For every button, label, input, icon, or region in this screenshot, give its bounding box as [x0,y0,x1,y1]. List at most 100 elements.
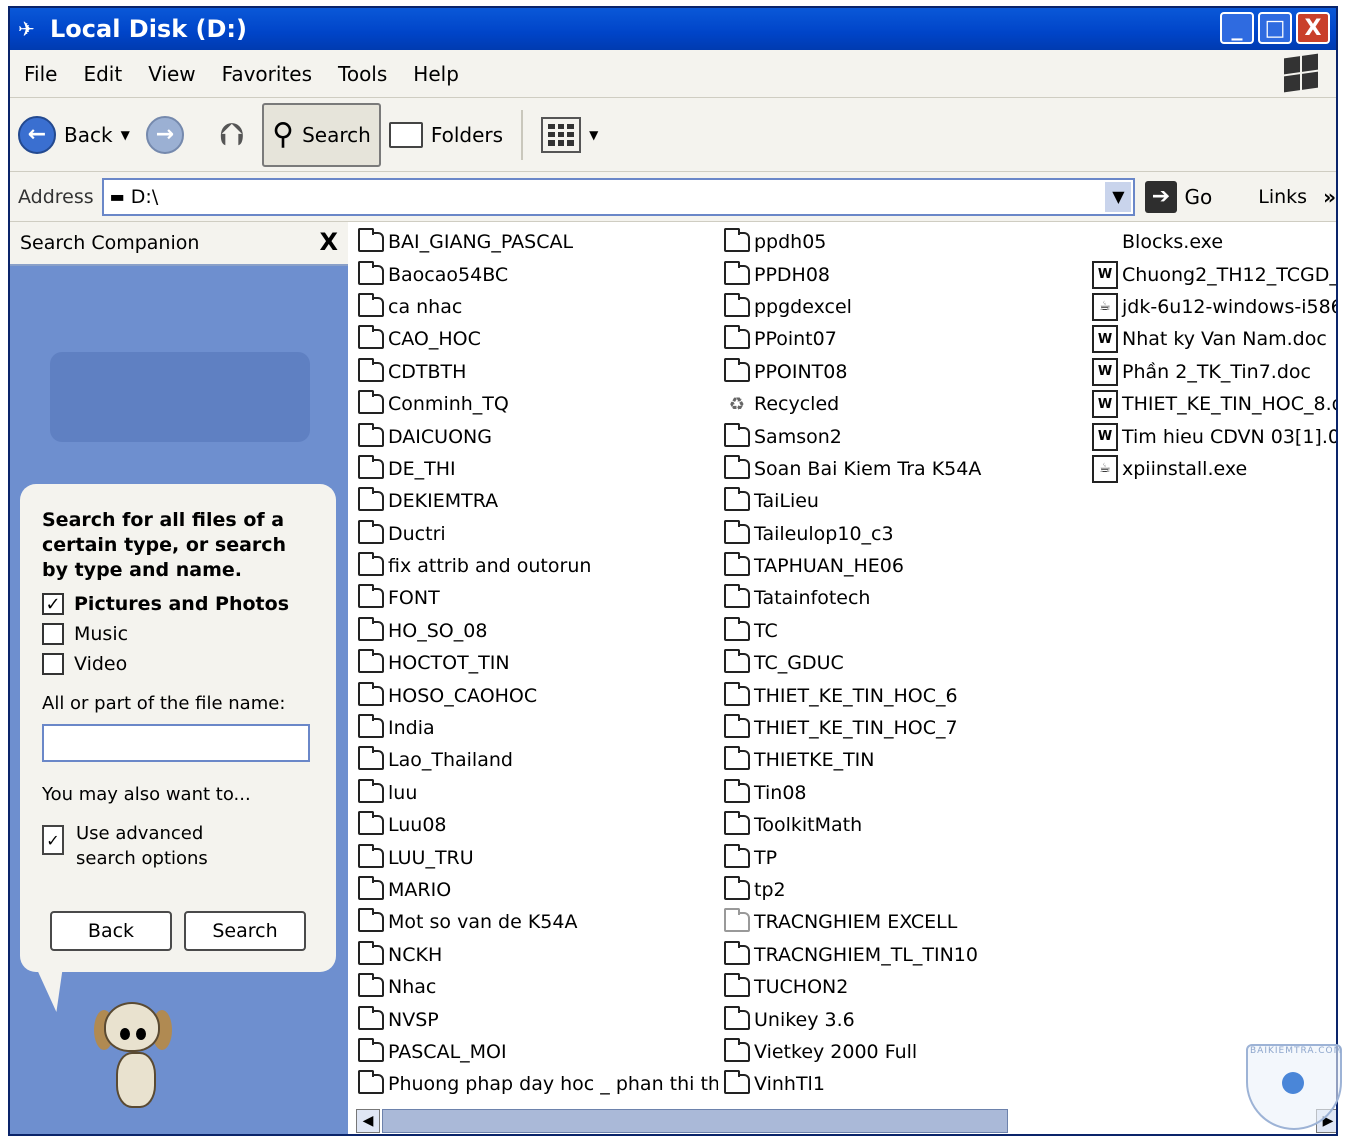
checkbox-checked-icon[interactable]: ✓ [42,593,64,615]
file-item[interactable]: BAI_GIANG_PASCAL [358,226,718,258]
file-item[interactable]: Soan Bai Kiem Tra K54A [724,453,1084,485]
file-item[interactable]: Baocao54BC [358,258,718,290]
file-item[interactable]: ToolkitMath [724,809,1084,841]
back-dropdown-icon[interactable]: ▼ [121,128,130,142]
file-item[interactable]: Luu08 [358,809,718,841]
file-item[interactable]: Vietkey 2000 Full [724,1036,1084,1068]
file-item[interactable]: Nhac [358,971,718,1003]
folders-button[interactable]: Folders [381,103,511,167]
option-music[interactable]: Music [42,623,318,645]
file-item[interactable]: TaiLieu [724,485,1084,517]
file-item[interactable]: TRACNGHIEM EXCELL [724,906,1084,938]
menu-file[interactable]: File [24,62,57,86]
minimize-button[interactable]: _ [1220,12,1254,44]
file-item[interactable]: luu [358,777,718,809]
file-item[interactable]: Tatainfotech [724,582,1084,614]
file-item[interactable]: HOCTOT_TIN [358,647,718,679]
file-item[interactable]: Blocks.exe [1092,226,1336,258]
pane-back-button[interactable]: Back [50,911,172,951]
file-item[interactable]: Mot so van de K54A [358,906,718,938]
file-item[interactable]: THIET_KE_TIN_HOC_7 [724,712,1084,744]
advanced-search-link[interactable]: ✓ Use advanced search options [42,821,318,871]
file-item[interactable]: THIETKE_TIN [724,744,1084,776]
file-item[interactable]: NCKH [358,939,718,971]
file-item[interactable]: Tin08 [724,777,1084,809]
go-arrow-icon[interactable]: ➔ [1145,180,1177,213]
option-video[interactable]: Video [42,653,318,675]
file-item[interactable]: tp2 [724,874,1084,906]
menu-view[interactable]: View [148,62,195,86]
file-item[interactable]: TUCHON2 [724,971,1084,1003]
views-dropdown-icon[interactable]: ▼ [589,128,598,142]
file-item[interactable]: CDTBTH [358,356,718,388]
pane-search-button[interactable]: Search [184,911,306,951]
links-toolbar[interactable]: Links [1258,186,1307,208]
file-item[interactable]: CAO_HOC [358,323,718,355]
file-item[interactable]: THIET_KE_TIN_HOC_6 [724,679,1084,711]
file-item[interactable]: HO_SO_08 [358,615,718,647]
checkbox-icon[interactable] [42,623,64,645]
close-button[interactable]: X [1296,12,1330,44]
file-item[interactable]: Ductri [358,518,718,550]
file-item[interactable]: NVSP [358,1003,718,1035]
file-item[interactable]: fix attrib and outorun [358,550,718,582]
file-item[interactable]: FONT [358,582,718,614]
file-item[interactable]: ppgdexcel [724,291,1084,323]
file-item[interactable]: TRACNGHIEM_TL_TIN10 [724,939,1084,971]
filename-input[interactable] [42,724,310,762]
address-dropdown-icon[interactable]: ▼ [1105,181,1132,212]
menu-edit[interactable]: Edit [83,62,122,86]
file-item[interactable]: W Phần 2_TK_Tin7.doc [1092,356,1336,388]
forward-button[interactable]: → [138,103,192,167]
file-item[interactable]: Conminh_TQ [358,388,718,420]
file-item[interactable]: DE_THI [358,453,718,485]
menu-favorites[interactable]: Favorites [222,62,312,86]
checkbox-icon[interactable] [42,653,64,675]
file-item[interactable]: HOSO_CAOHOC [358,679,718,711]
file-item[interactable]: TC_GDUC [724,647,1084,679]
file-item[interactable]: ppdh05 [724,226,1084,258]
file-item[interactable]: ca nhac [358,291,718,323]
menu-help[interactable]: Help [413,62,459,86]
file-item[interactable]: PPOINT08 [724,356,1084,388]
file-item[interactable]: Phuong phap day hoc _ phan thi thuong [358,1068,718,1100]
file-item[interactable]: WTim hieu CDVN 03[1].09.do [1092,420,1336,452]
file-item[interactable]: DAICUONG [358,420,718,452]
file-item[interactable]: DEKIEMTRA [358,485,718,517]
horizontal-scrollbar[interactable]: ◀ ▶ [356,1108,1336,1134]
file-item[interactable]: TP [724,841,1084,873]
file-item[interactable]: WTHIET_KE_TIN_HOC_8.doc [1092,388,1336,420]
file-item[interactable]: PASCAL_MOI [358,1036,718,1068]
file-item[interactable]: Unikey 3.6 [724,1003,1084,1035]
file-item[interactable]: ♻ Recycled [724,388,1084,420]
file-item[interactable]: PPoint07 [724,323,1084,355]
file-item[interactable]: VinhTl1 [724,1068,1084,1100]
menu-tools[interactable]: Tools [338,62,387,86]
scroll-thumb[interactable] [382,1109,1008,1133]
up-folder-button[interactable]: ⮉ [212,103,252,167]
file-item[interactable]: TAPHUAN_HE06 [724,550,1084,582]
file-item[interactable]: WChuong2_TH12_TCGD_2.d [1092,258,1336,290]
file-item[interactable]: ☕jdk-6u12-windows-i586-p.e [1092,291,1336,323]
file-item[interactable]: TC [724,615,1084,647]
address-input[interactable]: ▬ D:\ ▼ [101,177,1136,216]
file-item[interactable]: W Nhat ky Van Nam.doc [1092,323,1336,355]
views-button[interactable]: ▼ [533,103,606,167]
title-bar[interactable]: ✈ Local Disk (D:) _ □ X [10,8,1336,50]
file-item[interactable]: MARIO [358,874,718,906]
go-button[interactable]: Go [1185,185,1213,209]
file-item[interactable]: LUU_TRU [358,841,718,873]
scroll-left-icon[interactable]: ◀ [356,1109,380,1133]
links-more-icon[interactable]: » [1323,185,1336,209]
file-item[interactable]: Samson2 [724,420,1084,452]
file-item[interactable]: ☕ xpiinstall.exe [1092,453,1336,485]
pane-close-icon[interactable]: X [319,228,338,256]
file-item[interactable]: Taileulop10_c3 [724,518,1084,550]
option-pictures[interactable]: ✓ Pictures and Photos [42,593,318,615]
file-item[interactable]: Lao_Thailand [358,744,718,776]
search-button[interactable]: ⚲ Search [262,102,381,167]
file-item[interactable]: PPDH08 [724,258,1084,290]
file-item[interactable]: India [358,712,718,744]
back-button[interactable]: ← Back ▼ [10,103,138,167]
maximize-button[interactable]: □ [1258,12,1292,44]
